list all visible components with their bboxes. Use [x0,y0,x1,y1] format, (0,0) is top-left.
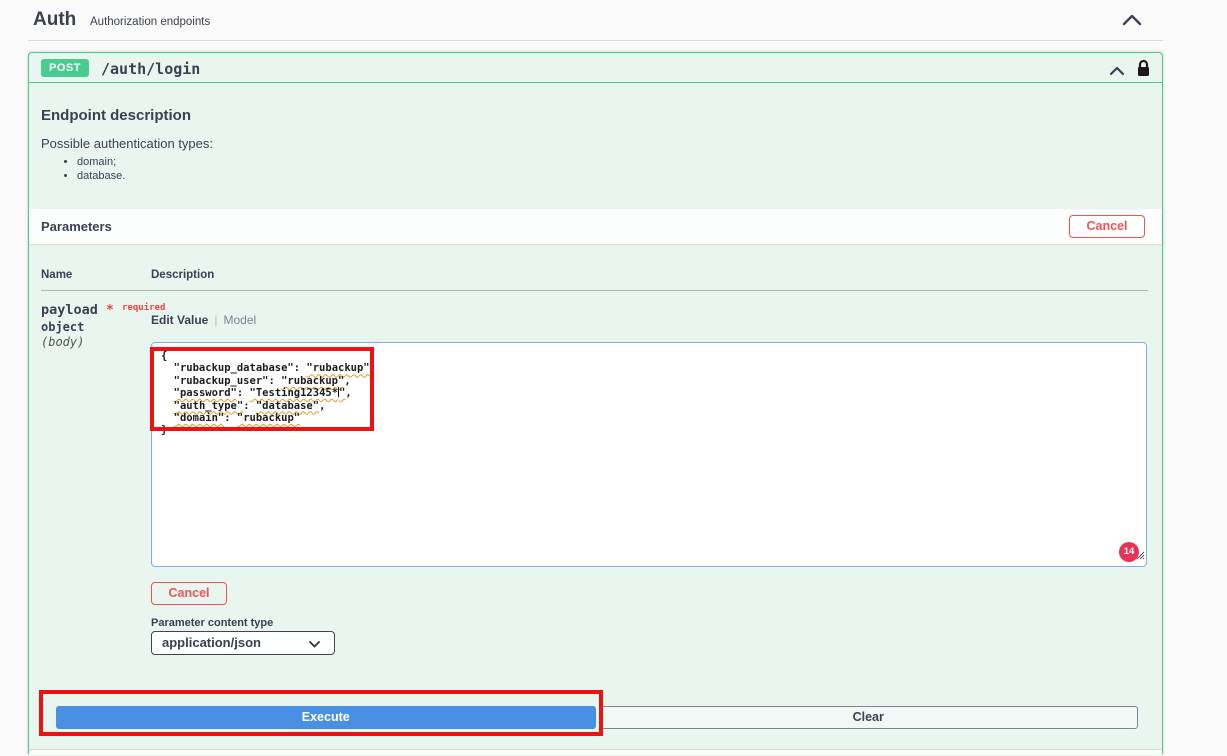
content-type-select[interactable]: application/json [151,631,335,655]
opblock-post-auth-login: POST /auth/login Endpoint description Po… [28,52,1163,756]
tab-edit-value[interactable]: Edit Value [151,313,208,327]
payload-textarea[interactable]: { "rubackup_database": "rubackup", "ruba… [151,342,1147,567]
tag-subtitle: Authorization endpoints [90,16,210,28]
content-type-label: Parameter content type [151,617,273,629]
clear-button[interactable]: Clear [599,706,1139,729]
responses-section-header [29,750,1162,756]
chevron-up-icon[interactable] [1122,13,1142,31]
chevron-up-icon[interactable] [1109,63,1125,81]
endpoint-description-intro: Possible authentication types: [41,136,213,151]
chevron-down-icon [309,641,320,648]
tab-model[interactable]: Model [223,313,256,327]
required-star: * [106,303,114,318]
param-location: (body) [41,335,84,349]
resize-handle-icon[interactable] [1134,547,1145,565]
opblock-summary[interactable]: POST /auth/login [29,53,1162,83]
parameters-section-header: Parameters Cancel [29,209,1162,244]
auth-types-list: domain; database. [77,156,125,184]
list-item: domain; [77,156,125,168]
column-header-description: Description [151,269,214,281]
param-type: object [41,320,84,334]
required-label: required [122,303,165,313]
parameters-title: Parameters [41,219,112,234]
endpoint-path: /auth/login [101,60,200,78]
tab-separator: | [214,313,217,327]
content-type-value: application/json [162,635,261,650]
column-divider [41,290,1148,291]
param-name: payload * required [41,302,165,318]
editor-tabs: Edit Value | Model [151,313,256,327]
cancel-button-top[interactable]: Cancel [1069,215,1145,238]
tag-title: Auth [33,9,76,31]
lock-icon[interactable] [1135,59,1152,83]
execute-button[interactable]: Execute [56,706,596,729]
payload-code: { "rubackup_database": "rubackup", "ruba… [161,350,376,437]
action-buttons-row: Execute Clear [56,706,1138,729]
endpoint-description-heading: Endpoint description [41,107,191,124]
method-badge: POST [41,59,89,77]
column-header-name: Name [41,269,72,281]
list-item: database. [77,170,125,182]
cancel-button-bottom[interactable]: Cancel [151,582,227,605]
tag-divider [28,40,1163,41]
